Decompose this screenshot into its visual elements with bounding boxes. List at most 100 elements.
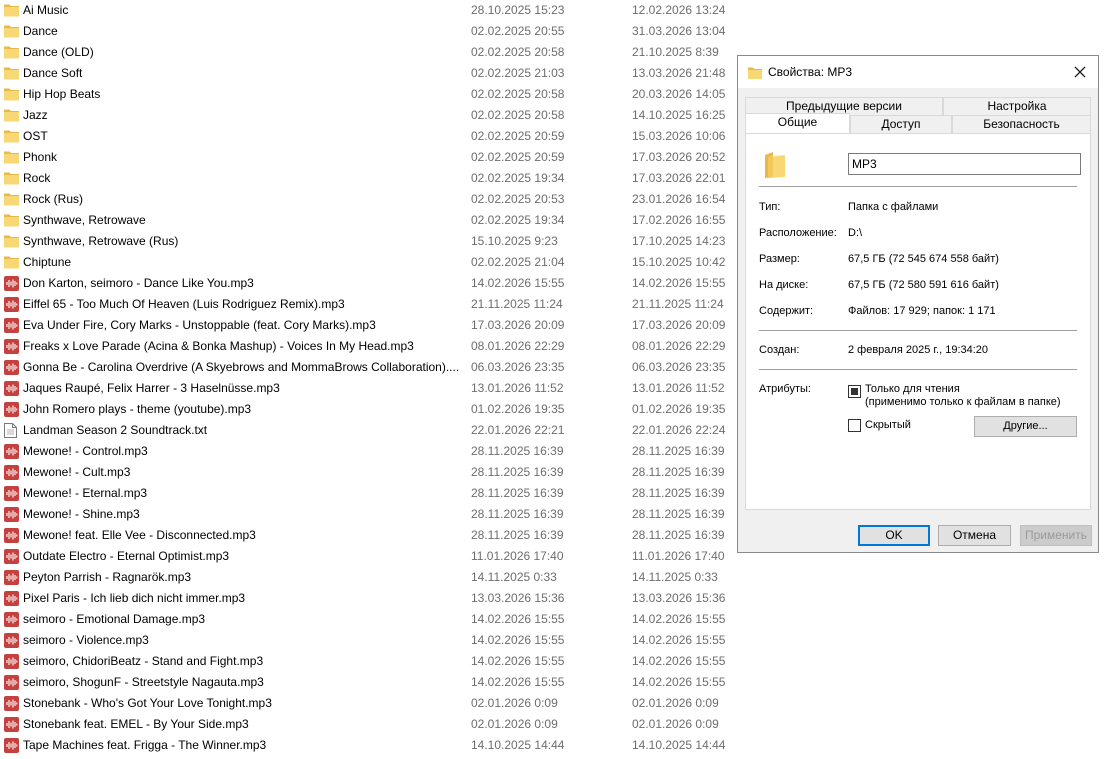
date-created: 02.02.2025 21:04 (471, 255, 565, 269)
file-row[interactable]: Mewone! feat. Elle Vee - Disconnected.mp… (0, 525, 735, 546)
date-modified: 17.03.2026 20:52 (632, 150, 726, 164)
file-row[interactable]: seimoro, ShogunF - Streetstyle Nagauta.m… (0, 672, 735, 693)
folder-icon (4, 129, 19, 144)
file-row[interactable]: Mewone! - Cult.mp3 28.11.2025 16:39 28.11.… (0, 462, 735, 483)
close-icon[interactable] (1070, 62, 1090, 82)
audio-file-icon (4, 738, 19, 753)
file-row[interactable]: Stonebank - Who's Got Your Love Tonight.… (0, 693, 735, 714)
file-name: seimoro - Violence.mp3 (23, 633, 149, 647)
date-modified: 06.03.2026 23:35 (632, 360, 726, 374)
audio-file-icon (4, 696, 19, 711)
date-modified: 28.11.2025 16:39 (632, 507, 725, 521)
file-row[interactable]: Tape Machines feat. Frigga - The Winner.… (0, 735, 735, 756)
file-name: Mewone! - Control.mp3 (23, 444, 148, 458)
date-created: 02.02.2025 21:03 (471, 66, 565, 80)
file-row[interactable]: seimoro - Emotional Damage.mp3 14.02.2026… (0, 609, 735, 630)
hidden-checkbox[interactable] (848, 419, 861, 432)
file-row[interactable]: seimoro - Violence.mp3 14.02.2026 15:55 14… (0, 630, 735, 651)
date-created: 06.03.2026 23:35 (471, 360, 565, 374)
audio-file-icon (4, 486, 19, 501)
date-modified: 28.11.2025 16:39 (632, 486, 725, 500)
date-created: 13.03.2026 15:36 (471, 591, 565, 605)
file-row[interactable]: Landman Season 2 Soundtrack.txt 22.01.202… (0, 420, 735, 441)
file-name: Outdate Electro - Eternal Optimist.mp3 (23, 549, 230, 563)
date-modified: 13.03.2026 21:48 (632, 66, 726, 80)
file-row[interactable]: Gonna Be - Carolina Overdrive (A Skyebro… (0, 357, 735, 378)
file-name: Hip Hop Beats (23, 87, 101, 101)
audio-file-icon (4, 465, 19, 480)
tab-customize[interactable]: Настройка (943, 97, 1091, 115)
readonly-checkbox[interactable] (848, 385, 861, 398)
date-modified: 02.01.2026 0:09 (632, 717, 719, 731)
file-row[interactable]: Eva Under Fire, Cory Marks - Unstoppable… (0, 315, 735, 336)
file-row[interactable]: Mewone! - Eternal.mp3 28.11.2025 16:39 28.… (0, 483, 735, 504)
file-name: Mewone! - Eternal.mp3 (23, 486, 148, 500)
folder-name-input[interactable] (848, 153, 1081, 175)
file-row[interactable]: Jaques Raupé, Felix Harrer - 3 Haselnüss… (0, 378, 735, 399)
tab-sharing[interactable]: Доступ (850, 115, 952, 133)
file-row[interactable]: Outdate Electro - Eternal Optimist.mp3 11… (0, 546, 735, 567)
folder-row[interactable]: Dance (OLD) 02.02.2025 20:58 21.10.2025 8:… (0, 42, 735, 63)
date-created: 14.02.2026 15:55 (471, 654, 565, 668)
file-name: Gonna Be - Carolina Overdrive (A Skyebro… (23, 360, 460, 374)
file-row[interactable]: Freaks x Love Parade (Acina & Bonka Mash… (0, 336, 735, 357)
folder-row[interactable]: Jazz 02.02.2025 20:58 14.10.2025 16:25 (0, 105, 735, 126)
folder-row[interactable]: Synthwave, Retrowave (Rus) 15.10.2025 9:2… (0, 231, 735, 252)
date-created: 22.01.2026 22:21 (471, 423, 565, 437)
file-name: Mewone! feat. Elle Vee - Disconnected.mp… (23, 528, 256, 542)
properties-dialog: Свойства: MP3 Предыдущие версии Настройк… (737, 55, 1099, 553)
file-row[interactable]: Eiffel 65 - Too Much Of Heaven (Luis Rod… (0, 294, 735, 315)
other-attributes-button[interactable]: Другие... (974, 416, 1077, 437)
readonly-label: Только для чтения (865, 383, 960, 395)
file-row[interactable]: Stonebank feat. EMEL - By Your Side.mp3 0… (0, 714, 735, 735)
contains-label: Содержит: (759, 305, 814, 317)
file-name: Ai Music (23, 3, 69, 17)
date-created: 28.11.2025 16:39 (471, 465, 564, 479)
date-created: 02.02.2025 20:58 (471, 108, 565, 122)
date-modified: 14.11.2025 0:33 (632, 570, 718, 584)
cancel-button[interactable]: Отмена (938, 525, 1011, 546)
ok-button[interactable]: OK (858, 525, 930, 546)
file-row[interactable]: John Romero plays - theme (youtube).mp3 0… (0, 399, 735, 420)
folder-row[interactable]: Ai Music 28.10.2025 15:23 12.02.2026 13:24 (0, 0, 735, 21)
general-tab-panel: Тип: Папка с файлами Расположение: D:\ Р… (745, 133, 1091, 510)
tab-security[interactable]: Безопасность (952, 115, 1091, 133)
file-row[interactable]: seimoro, ChidoriBeatz - Stand and Fight.… (0, 651, 735, 672)
folder-row[interactable]: Dance 02.02.2025 20:55 31.03.2026 13:04 (0, 21, 735, 42)
date-created: 14.11.2025 0:33 (471, 570, 557, 584)
date-created: 14.02.2026 15:55 (471, 612, 565, 626)
file-name: seimoro, ShogunF - Streetstyle Nagauta.m… (23, 675, 264, 689)
folder-row[interactable]: Chiptune 02.02.2025 21:04 15.10.2025 10:42 (0, 252, 735, 273)
date-created: 17.03.2026 20:09 (471, 318, 565, 332)
audio-file-icon (4, 276, 19, 291)
date-created: 14.02.2026 15:55 (471, 276, 565, 290)
file-list: Ai Music 28.10.2025 15:23 12.02.2026 13:24… (0, 0, 735, 759)
folder-icon (4, 171, 19, 186)
folder-icon (765, 152, 785, 178)
audio-file-icon (4, 318, 19, 333)
folder-row[interactable]: Rock (Rus) 02.02.2025 20:53 23.01.2026 16:… (0, 189, 735, 210)
file-row[interactable]: Peyton Parrish - Ragnarök.mp3 14.11.2025 … (0, 567, 735, 588)
date-modified: 17.03.2026 20:09 (632, 318, 726, 332)
date-created: 21.11.2025 11:24 (471, 297, 563, 311)
file-row[interactable]: Don Karton, seimoro - Dance Like You.mp3… (0, 273, 735, 294)
date-created: 02.02.2025 19:34 (471, 171, 565, 185)
file-row[interactable]: Pixel Paris - Ich lieb dich nicht immer.… (0, 588, 735, 609)
audio-file-icon (4, 570, 19, 585)
folder-row[interactable]: Dance Soft 02.02.2025 21:03 13.03.2026 21:… (0, 63, 735, 84)
file-name: Landman Season 2 Soundtrack.txt (23, 423, 208, 437)
folder-row[interactable]: Phonk 02.02.2025 20:59 17.03.2026 20:52 (0, 147, 735, 168)
date-modified: 11.01.2026 17:40 (632, 549, 725, 563)
file-row[interactable]: Mewone! - Control.mp3 28.11.2025 16:39 28.… (0, 441, 735, 462)
file-row[interactable]: Mewone! - Shine.mp3 28.11.2025 16:39 28.11… (0, 504, 735, 525)
tab-general[interactable]: Общие (745, 113, 850, 133)
folder-row[interactable]: OST 02.02.2025 20:59 15.03.2026 10:06 (0, 126, 735, 147)
folder-row[interactable]: Synthwave, Retrowave 02.02.2025 19:34 17.0… (0, 210, 735, 231)
apply-button[interactable]: Применить (1020, 525, 1092, 546)
type-value: Папка с файлами (848, 201, 939, 213)
file-name: Eva Under Fire, Cory Marks - Unstoppable… (23, 318, 376, 332)
folder-row[interactable]: Hip Hop Beats 02.02.2025 20:58 20.03.2026 … (0, 84, 735, 105)
date-modified: 02.01.2026 0:09 (632, 696, 719, 710)
folder-row[interactable]: Rock 02.02.2025 19:34 17.03.2026 22:01 (0, 168, 735, 189)
disk-size-label: На диске: (759, 279, 809, 291)
